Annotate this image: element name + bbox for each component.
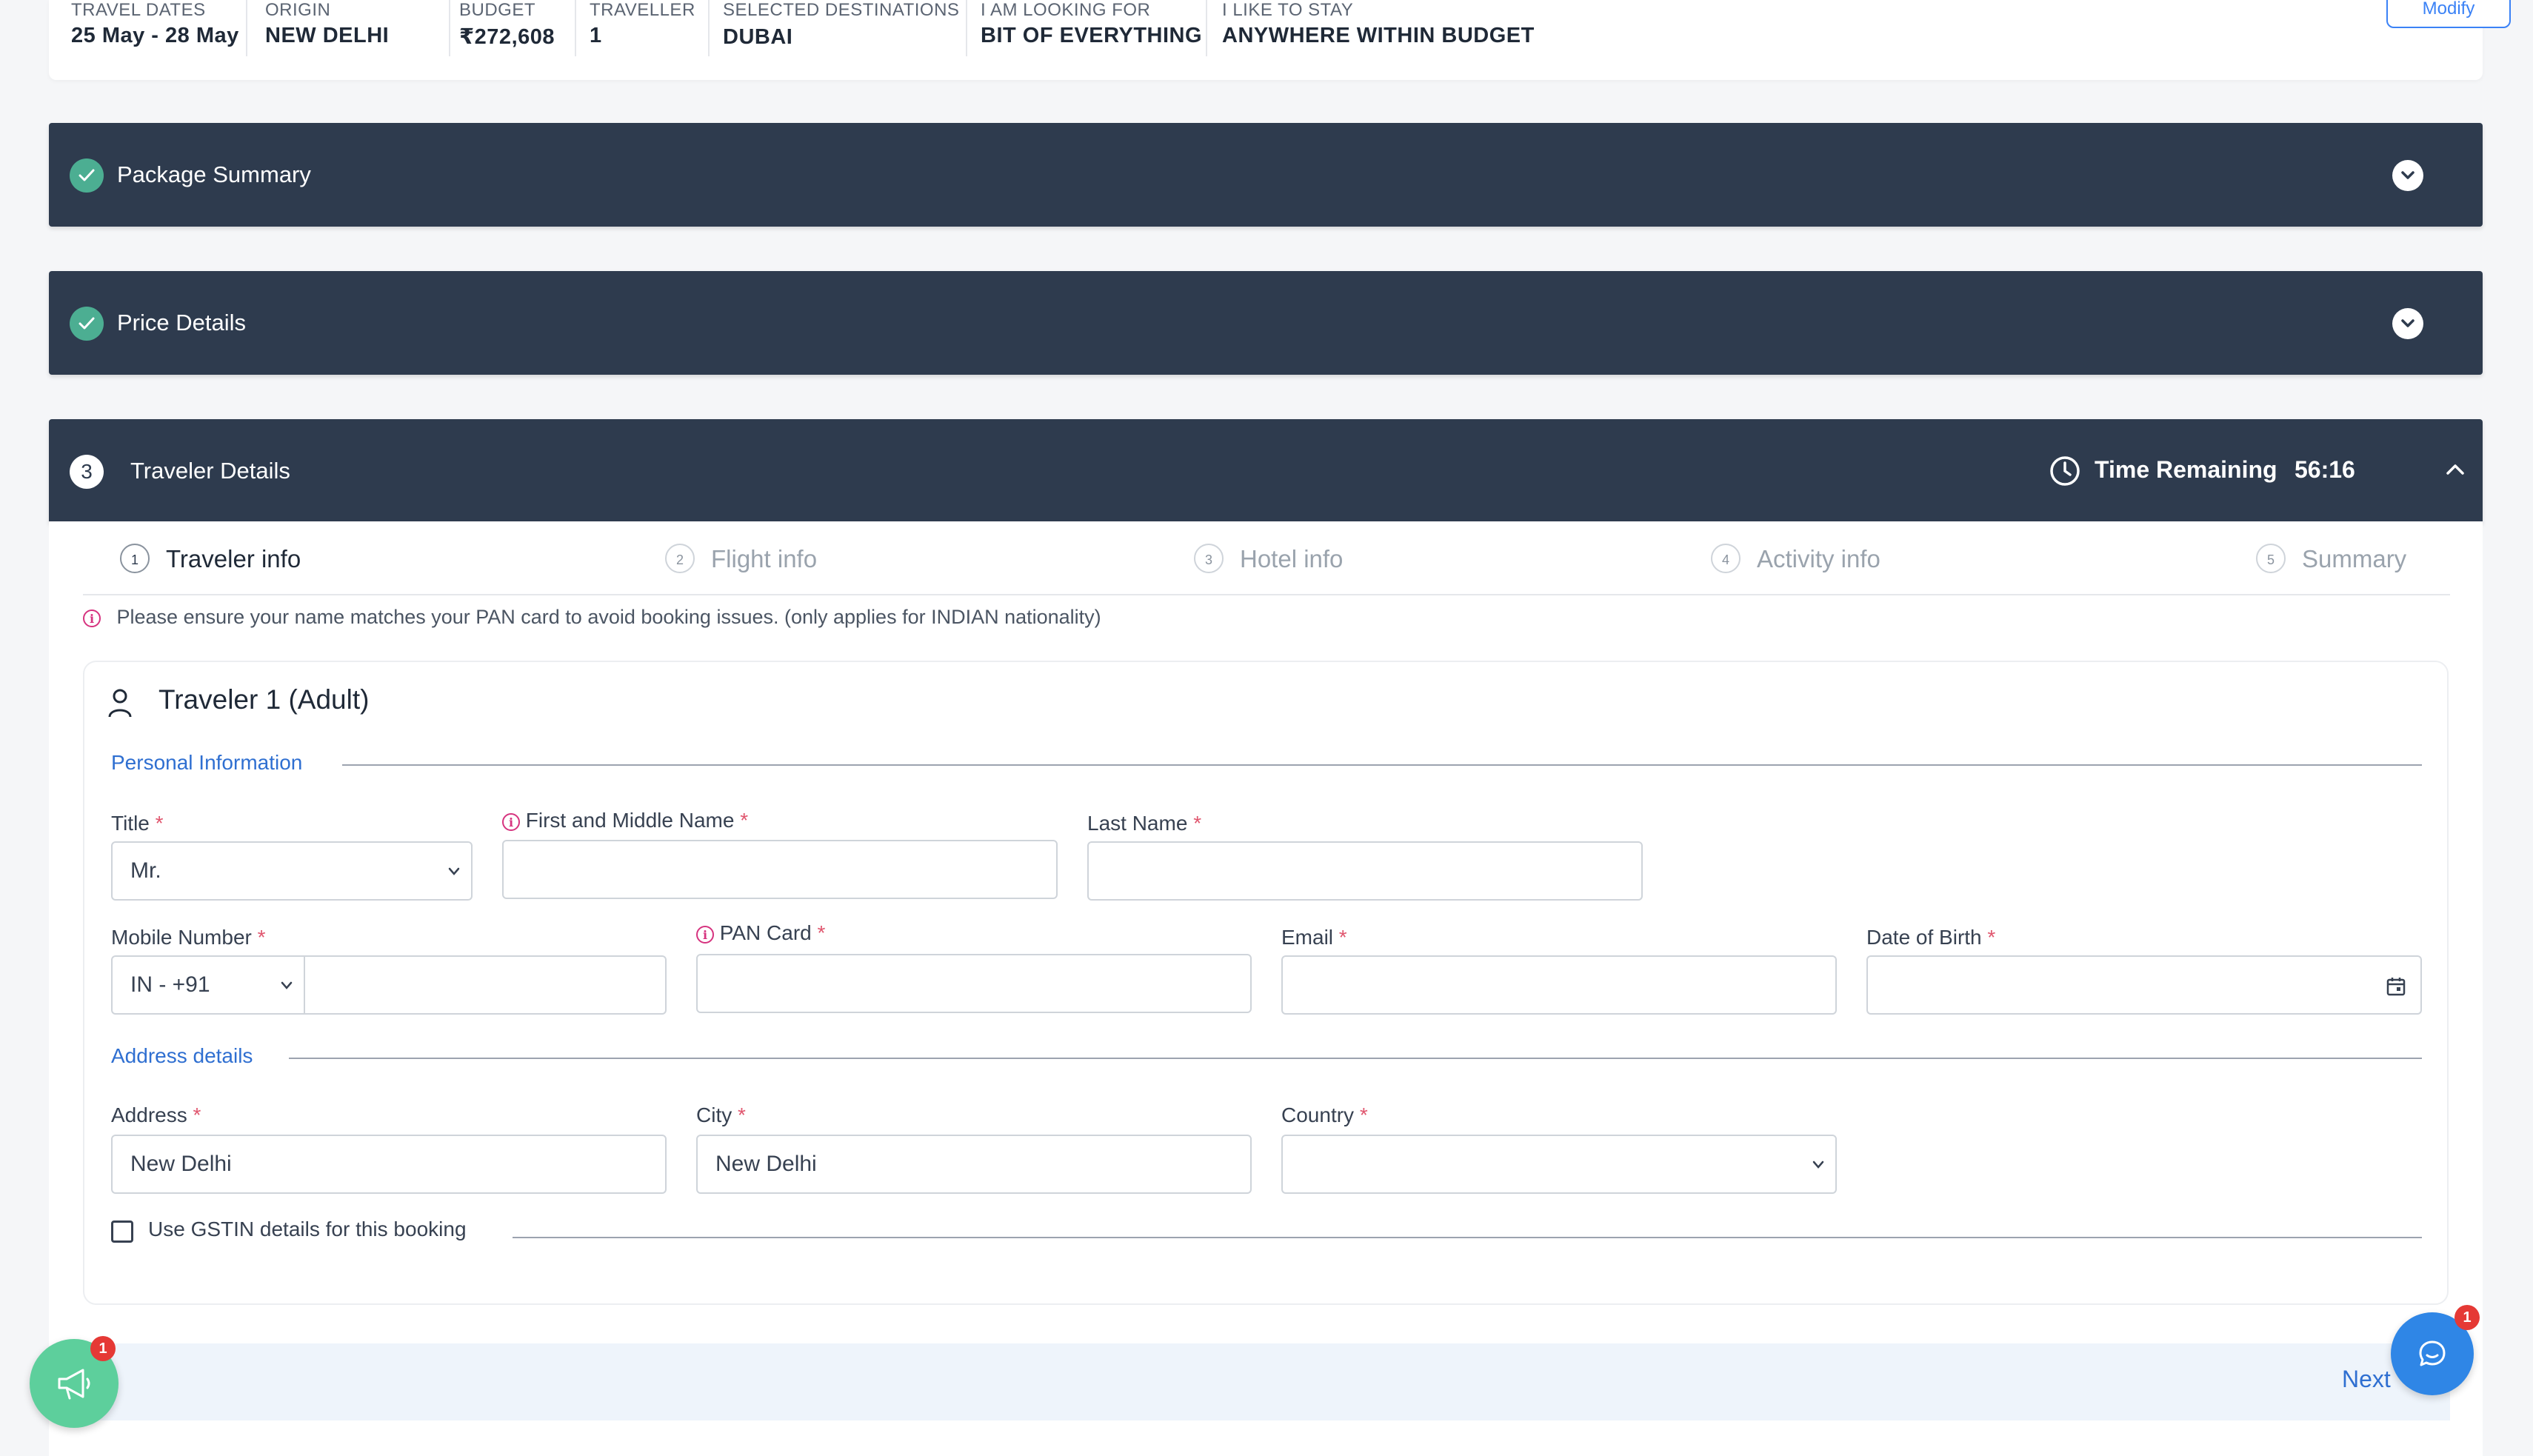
summary-budget: BUDGET ₹272,608 (450, 0, 576, 56)
notification-badge: 1 (2454, 1305, 2480, 1330)
summary-label: I AM LOOKING FOR (981, 0, 1151, 20)
price-details-section[interactable]: Price Details (49, 271, 2483, 375)
gstin-checkbox[interactable] (111, 1220, 133, 1243)
step-number: 2 (665, 544, 695, 573)
traveler-title: Traveler 1 (Adult) (158, 684, 370, 715)
summary-looking-for: I AM LOOKING FOR BIT OF EVERYTHING (967, 0, 1207, 56)
summary-value: ANYWHERE WITHIN BUDGET (1222, 24, 1535, 47)
package-summary-section[interactable]: Package Summary (49, 123, 2483, 227)
summary-travel-dates: TRAVEL DATES 25 May - 28 May (49, 0, 247, 56)
divider (513, 1237, 2422, 1238)
section-title: Traveler Details (130, 458, 290, 484)
calendar-icon[interactable] (2386, 976, 2406, 997)
divider (342, 764, 2422, 766)
city-input[interactable]: New Delhi (696, 1135, 1252, 1194)
email-label: Email * (1281, 926, 1347, 949)
last-name-label: Last Name * (1087, 812, 1202, 835)
mobile-number-label: Mobile Number * (111, 926, 266, 949)
chat-button[interactable]: 1 (2391, 1305, 2480, 1395)
country-code-select[interactable]: IN - +91 (111, 955, 305, 1015)
info-icon: i (83, 609, 101, 627)
user-icon (108, 689, 132, 718)
pan-notice-text: Please ensure your name matches your PAN… (116, 606, 1101, 628)
chevron-down-icon[interactable] (2392, 160, 2423, 191)
chevron-down-icon[interactable] (2392, 308, 2423, 339)
summary-value: ₹272,608 (459, 25, 555, 49)
step-number: 4 (1711, 544, 1741, 573)
step-number: 5 (2256, 544, 2286, 573)
chevron-down-icon (281, 981, 293, 989)
step-label: Flight info (711, 545, 818, 572)
dob-label: Date of Birth * (1866, 926, 1996, 949)
summary-stay: I LIKE TO STAY ANYWHERE WITHIN BUDGET (1207, 0, 1548, 56)
title-select[interactable]: Mr. (111, 841, 473, 901)
summary-traveller: TRAVELLER 1 (576, 0, 710, 56)
address-label: Address * (111, 1103, 201, 1126)
gstin-label: Use GSTIN details for this booking (148, 1218, 467, 1240)
address-details-heading: Address details (111, 1044, 253, 1067)
step-label: Activity info (1757, 545, 1880, 572)
step-label: Hotel info (1240, 545, 1344, 572)
summary-label: ORIGIN (265, 0, 331, 20)
step-label: Summary (2302, 545, 2407, 572)
summary-origin: ORIGIN NEW DELHI (247, 0, 450, 56)
time-remaining-value: 56:16 (2295, 456, 2355, 483)
pan-card-label: i PAN Card * (696, 921, 825, 945)
section-title: Package Summary (117, 161, 311, 187)
summary-value: NEW DELHI (265, 24, 390, 47)
dob-input[interactable] (1866, 955, 2422, 1015)
address-input[interactable]: New Delhi (111, 1135, 667, 1194)
check-icon (70, 158, 104, 193)
chevron-up-icon[interactable] (2444, 461, 2466, 478)
time-remaining-label: Time Remaining (2095, 456, 2277, 483)
step-number-badge: 3 (70, 455, 104, 489)
next-button[interactable]: Next (2342, 1366, 2391, 1393)
info-icon: i (502, 812, 520, 831)
step-label: Traveler info (166, 545, 301, 572)
megaphone-icon (58, 1369, 90, 1400)
check-icon (70, 307, 104, 341)
country-label: Country * (1281, 1103, 1368, 1126)
last-name-input[interactable] (1087, 841, 1643, 901)
pan-card-input[interactable] (696, 954, 1252, 1013)
summary-value: 1 (590, 24, 602, 47)
first-name-input[interactable] (502, 840, 1058, 899)
notification-badge: 1 (90, 1336, 116, 1361)
step-number: 1 (120, 544, 150, 573)
summary-value: 25 May - 28 May (71, 24, 239, 47)
booking-stepper: 1 Traveler info 2 Flight info 3 Hotel in… (83, 533, 2450, 595)
title-label: Title * (111, 812, 164, 835)
summary-value: BIT OF EVERYTHING (981, 24, 1203, 47)
trip-summary-bar: TRAVEL DATES 25 May - 28 May ORIGIN NEW … (49, 0, 2511, 80)
announcement-button[interactable]: 1 (30, 1336, 119, 1428)
chat-bubble-icon (2419, 1340, 2446, 1366)
summary-label: SELECTED DESTINATIONS (723, 0, 960, 20)
chevron-down-icon (1812, 1161, 1824, 1169)
chevron-down-icon (448, 867, 460, 875)
email-input[interactable] (1281, 955, 1837, 1015)
summary-label: I LIKE TO STAY (1222, 0, 1354, 20)
form-footer (83, 1343, 2450, 1420)
city-label: City * (696, 1103, 746, 1126)
summary-label: TRAVELLER (590, 0, 695, 20)
info-icon: i (696, 925, 714, 944)
summary-destinations: SELECTED DESTINATIONS DUBAI (710, 0, 967, 56)
summary-label: TRAVEL DATES (71, 0, 206, 20)
summary-value: DUBAI (723, 25, 793, 49)
section-title: Price Details (117, 310, 246, 335)
country-select[interactable] (1281, 1135, 1837, 1194)
modify-button[interactable]: Modify (2386, 0, 2511, 28)
pan-notice: i Please ensure your name matches your P… (83, 606, 1101, 629)
step-number: 3 (1194, 544, 1224, 573)
summary-label: BUDGET (459, 0, 536, 20)
personal-information-heading: Personal Information (111, 751, 303, 774)
divider (289, 1058, 2422, 1059)
first-name-label: i First and Middle Name * (502, 809, 748, 832)
traveler-details-section[interactable]: 3 Traveler Details Time Remaining 56:16 (49, 419, 2483, 523)
clock-icon (2050, 456, 2080, 486)
mobile-number-input[interactable] (304, 955, 667, 1015)
